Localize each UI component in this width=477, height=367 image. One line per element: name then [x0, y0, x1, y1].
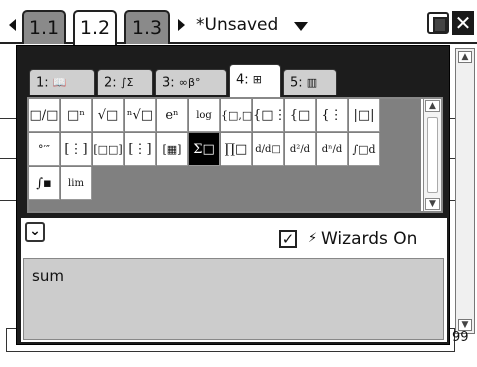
catalog-tab-1[interactable]: 1: 📖 — [29, 69, 95, 95]
catalog-body: ⌄ ✓ ⚡ Wizards On sum — [21, 218, 447, 342]
matrix-2x2-template-icon[interactable]: [⋮] — [61, 133, 92, 166]
template-grid: □/□ □ⁿ √□ ⁿ√□ eⁿ log {□,□ {□⋮ {□ {⋮ |□| … — [29, 99, 421, 211]
system-2-template-icon[interactable]: {□ — [285, 99, 316, 132]
tab-page-1-1[interactable]: 1.1 — [22, 10, 66, 44]
indefinite-integral-template-icon[interactable]: ∫▪ — [29, 167, 60, 200]
collapse-chevron-icon[interactable]: ⌄ — [25, 222, 45, 242]
definite-integral-template-icon[interactable]: ∫□d — [349, 133, 380, 166]
fraction-template-icon[interactable]: □/□ — [29, 99, 60, 132]
page-scrollbar[interactable]: ▲ ▼ — [455, 48, 475, 334]
sum-template-icon[interactable]: Σ□ — [189, 133, 220, 166]
catalog-tab-number: 2: — [104, 75, 117, 91]
integral-sigma-icon: ∫Σ — [120, 76, 134, 89]
dropdown-arrow-icon[interactable] — [294, 22, 308, 31]
nav-left-arrow-icon[interactable] — [9, 19, 16, 31]
document-tab-bar: 1.1 1.2 1.3 *Unsaved ✕ — [0, 0, 477, 46]
document-title[interactable]: *Unsaved — [196, 15, 278, 35]
catalog-tab-number: 3: — [162, 75, 175, 91]
catalog-dialog: 1: 📖 2: ∫Σ 3: ∞β° 4: ⊞ 5: ▥ □/□ □ⁿ √□ ⁿ√… — [16, 45, 450, 345]
catalog-tab-number: 5: — [290, 75, 303, 91]
background-divider — [0, 158, 16, 159]
piecewise-2-template-icon[interactable]: {□,□ — [221, 99, 252, 132]
row-vector-template-icon[interactable]: [□□] — [93, 133, 124, 166]
infinity-beta-icon: ∞β° — [178, 76, 201, 89]
e-exponent-template-icon[interactable]: eⁿ — [157, 99, 188, 132]
wizard-wand-icon: ⚡ — [308, 231, 318, 246]
second-derivative-template-icon[interactable]: d²/d — [285, 133, 316, 166]
nth-root-template-icon[interactable]: ⁿ√□ — [125, 99, 156, 132]
product-template-icon[interactable]: ∏□ — [221, 133, 252, 166]
catalog-tab-4[interactable]: 4: ⊞ — [229, 64, 281, 97]
template-icon: ⊞ — [252, 73, 263, 86]
template-panel: □/□ □ⁿ √□ ⁿ√□ eⁿ log {□,□ {□⋮ {□ {⋮ |□| … — [27, 97, 443, 213]
limit-template-icon[interactable]: lim — [61, 167, 92, 200]
matrix-mxn-template-icon[interactable]: [▦] — [157, 133, 188, 166]
search-text: sum — [32, 267, 64, 285]
scroll-down-icon[interactable]: ▼ — [425, 198, 440, 210]
catalog-tab-number: 4: — [236, 72, 249, 88]
catalog-tab-2[interactable]: 2: ∫Σ — [97, 69, 153, 95]
scroll-up-icon[interactable]: ▲ — [425, 100, 440, 112]
system-n-template-icon[interactable]: {⋮ — [317, 99, 348, 132]
background-divider — [0, 200, 16, 201]
log-template-icon[interactable]: log — [189, 99, 220, 132]
wizards-checkbox[interactable]: ✓ — [279, 230, 297, 248]
column-vector-template-icon[interactable]: [⋮] — [125, 133, 156, 166]
background-divider — [0, 118, 16, 119]
scroll-track[interactable] — [427, 117, 438, 193]
square-root-template-icon[interactable]: √□ — [93, 99, 124, 132]
template-scrollbar[interactable]: ▲ ▼ — [423, 99, 441, 211]
degree-minute-second-template-icon[interactable]: °′″ — [29, 133, 60, 166]
library-icon: ▥ — [306, 76, 318, 89]
catalog-tab-strip: 1: 📖 2: ∫Σ 3: ∞β° 4: ⊞ 5: ▥ — [29, 61, 443, 97]
catalog-search-input[interactable]: sum — [23, 258, 444, 340]
background-entry-value: 99 — [452, 330, 469, 345]
scroll-up-icon[interactable]: ▲ — [458, 51, 472, 63]
nth-derivative-template-icon[interactable]: dⁿ/d — [317, 133, 348, 166]
wizards-label[interactable]: Wizards On — [321, 229, 417, 249]
piecewise-n-template-icon[interactable]: {□⋮ — [253, 99, 287, 132]
exponent-template-icon[interactable]: □ⁿ — [61, 99, 92, 132]
tab-page-1-3[interactable]: 1.3 — [124, 10, 170, 44]
nav-right-arrow-icon[interactable] — [178, 19, 185, 31]
absolute-value-template-icon[interactable]: |□| — [349, 99, 380, 132]
tab-page-1-2[interactable]: 1.2 — [73, 10, 117, 46]
close-icon[interactable]: ✕ — [452, 11, 474, 35]
catalog-tab-number: 1: — [36, 75, 49, 91]
derivative-template-icon[interactable]: d/d□ — [253, 133, 284, 166]
catalog-tab-3[interactable]: 3: ∞β° — [155, 69, 227, 95]
book-icon: 📖 — [52, 76, 67, 89]
battery-icon — [427, 12, 449, 34]
catalog-tab-5[interactable]: 5: ▥ — [283, 69, 337, 95]
